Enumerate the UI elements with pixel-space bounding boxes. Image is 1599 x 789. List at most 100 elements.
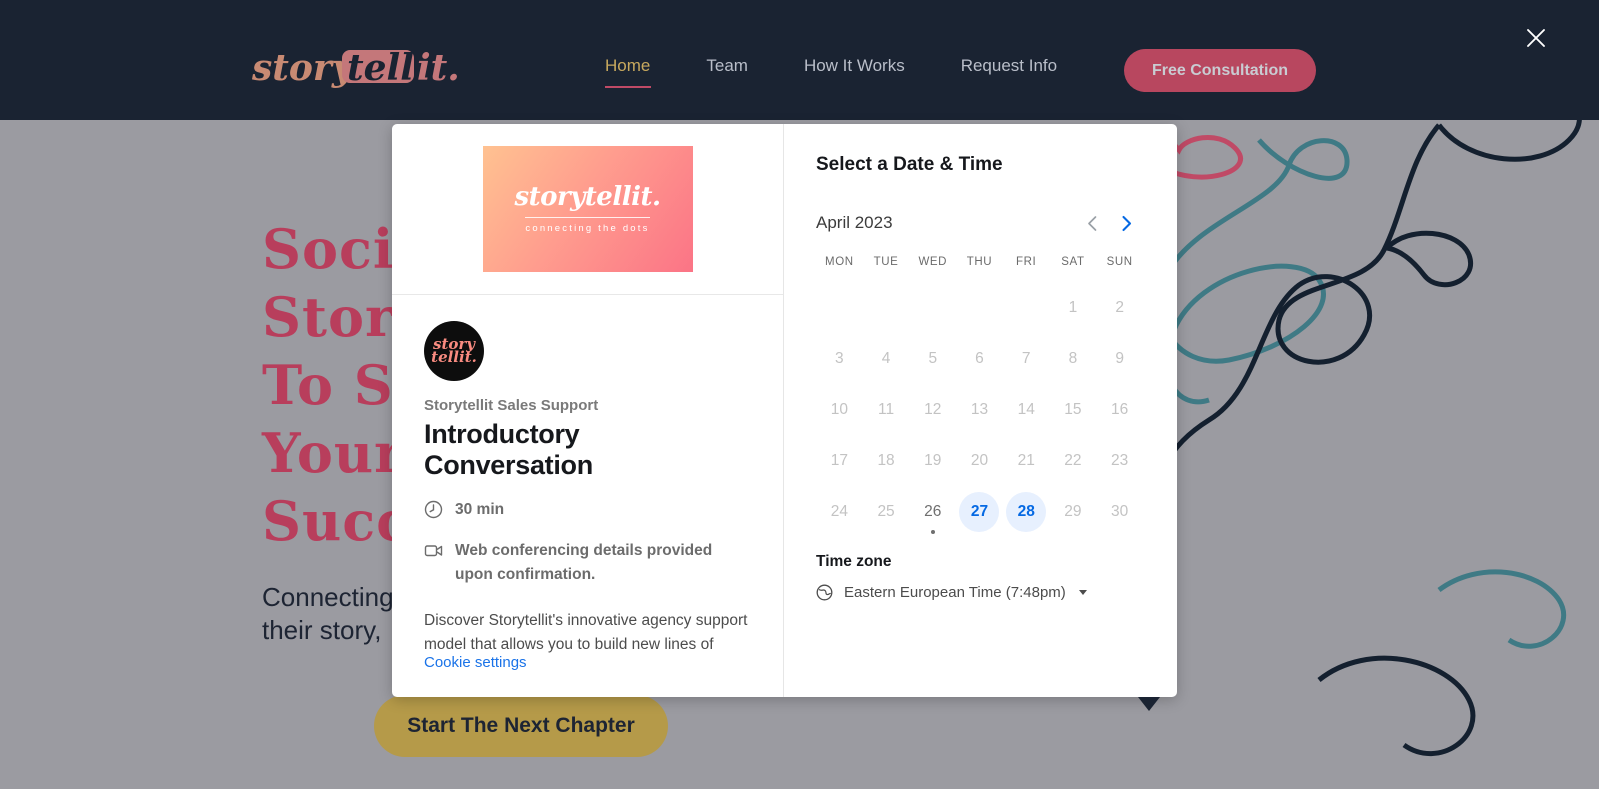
calendar-day-20: 20 bbox=[970, 451, 989, 469]
modal-pointer-caret bbox=[1138, 697, 1160, 711]
calendar-day-cell: 15 bbox=[1050, 384, 1097, 435]
timezone-heading: Time zone bbox=[816, 553, 892, 570]
calendar-day-12: 12 bbox=[924, 400, 942, 418]
svg-text:story: story bbox=[252, 47, 355, 89]
calendar-day-10: 10 bbox=[830, 400, 848, 418]
duration-row: 30 min bbox=[424, 498, 753, 522]
event-details-pane: storytellit. connecting the dots story t… bbox=[392, 124, 784, 697]
calendar-pane: Select a Date & Time April 2023 MON TUE WE… bbox=[784, 124, 1177, 697]
calendar-day-15: 15 bbox=[1064, 400, 1082, 418]
calendar-day-23: 23 bbox=[1111, 451, 1129, 469]
decorative-swirls bbox=[1147, 120, 1582, 757]
free-consultation-button[interactable]: Free Consultation bbox=[1124, 49, 1316, 92]
calendar-day-cell bbox=[816, 282, 863, 333]
weekday-header: TUE bbox=[873, 256, 899, 268]
calendar-day-cell: 30 bbox=[1096, 486, 1143, 537]
calendar-grid: MON TUE WED THU FRI SAT SUN 1 2 3 4 5 6 7 8 9 10 11 12 13 14… bbox=[816, 256, 1143, 537]
nav-item-request-info[interactable]: Request Info bbox=[933, 56, 1085, 76]
calendar-day-cell bbox=[1003, 282, 1050, 333]
storytellit-logo[interactable]: story tell it. bbox=[252, 40, 477, 98]
calendar-day-cell: 14 bbox=[1003, 384, 1050, 435]
calendar-day-cell: 7 bbox=[1003, 333, 1050, 384]
close-button[interactable] bbox=[1518, 20, 1554, 56]
calendar-day-cell: 22 bbox=[1050, 435, 1097, 486]
calendar-day-cell: 29 bbox=[1050, 486, 1097, 537]
calendar-day-27[interactable]: 27 bbox=[959, 491, 1000, 532]
banner-tagline: connecting the dots bbox=[525, 217, 650, 234]
calendar-day-cell: 18 bbox=[863, 435, 910, 486]
scheduling-modal: storytellit. connecting the dots story t… bbox=[392, 124, 1177, 697]
banner-logo-text: storytellit. bbox=[514, 182, 661, 212]
calendar-day-cell bbox=[863, 282, 910, 333]
calendar-day-1: 1 bbox=[1068, 298, 1078, 316]
calendar-day-cell: 23 bbox=[1096, 435, 1143, 486]
calendar-day-cell: 25 bbox=[863, 486, 910, 537]
calendar-heading: Select a Date & Time bbox=[816, 154, 1003, 175]
calendar-day-2: 2 bbox=[1115, 298, 1124, 316]
weekday-header: FRI bbox=[1016, 256, 1037, 268]
svg-text:tell: tell bbox=[347, 47, 414, 89]
calendar-day-cell: 24 bbox=[816, 486, 863, 537]
calendar-day-28[interactable]: 28 bbox=[1006, 491, 1047, 532]
calendar-day-cell: 10 bbox=[816, 384, 863, 435]
calendar-day-cell: 13 bbox=[956, 384, 1003, 435]
calendar-day-cell: 9 bbox=[1096, 333, 1143, 384]
cookie-settings-link[interactable]: Cookie settings bbox=[424, 654, 527, 671]
calendar-day-17: 17 bbox=[830, 451, 848, 469]
start-next-chapter-button[interactable]: Start The Next Chapter bbox=[374, 695, 668, 757]
brand-banner: storytellit. connecting the dots bbox=[482, 146, 693, 272]
calendar-day-cell[interactable]: 27 bbox=[956, 486, 1003, 537]
weekday-header: SAT bbox=[1061, 256, 1085, 268]
location-label: Web conferencing details provided upon c… bbox=[455, 542, 713, 583]
nav-item-team[interactable]: Team bbox=[678, 56, 776, 76]
event-description: Discover Storytellit's innovative agency… bbox=[424, 612, 748, 653]
calendar-day-18: 18 bbox=[877, 451, 895, 469]
event-title: Introductory Conversation bbox=[424, 419, 593, 480]
clock-icon bbox=[424, 500, 443, 519]
calendar-day-16: 16 bbox=[1111, 400, 1129, 418]
video-camera-icon bbox=[424, 545, 443, 557]
calendar-day-cell: 21 bbox=[1003, 435, 1050, 486]
calendar-day-cell: 12 bbox=[909, 384, 956, 435]
calendar-day-24: 24 bbox=[830, 502, 848, 520]
calendar-day-cell: 2 bbox=[1096, 282, 1143, 333]
main-navigation: Home Team How It Works Request Info bbox=[600, 56, 1085, 88]
close-icon bbox=[1527, 29, 1545, 47]
calendar-day-13: 13 bbox=[970, 400, 989, 418]
chevron-down-icon bbox=[1078, 590, 1087, 595]
calendar-day-cell bbox=[956, 282, 1003, 333]
calendar-day-22: 22 bbox=[1064, 451, 1082, 469]
nav-item-home[interactable]: Home bbox=[600, 56, 678, 88]
calendar-day-5: 5 bbox=[928, 349, 938, 367]
timezone-selector[interactable]: Eastern European Time (7:48pm) bbox=[816, 584, 1143, 601]
calendar-day-cell: 26 bbox=[909, 486, 956, 537]
calendar-day-cell: 3 bbox=[816, 333, 863, 384]
timezone-value: Eastern European Time (7:48pm) bbox=[844, 584, 1066, 601]
brand-banner-wrap: storytellit. connecting the dots bbox=[392, 124, 783, 294]
location-row: Web conferencing details provided upon c… bbox=[424, 539, 753, 587]
calendar-day-14: 14 bbox=[1017, 400, 1035, 418]
calendar-day-25: 25 bbox=[877, 502, 895, 520]
calendar-day-cell: 1 bbox=[1050, 282, 1097, 333]
calendar-day-cell: 4 bbox=[863, 333, 910, 384]
weekday-header: MON bbox=[825, 256, 854, 268]
nav-item-how-it-works[interactable]: How It Works bbox=[776, 56, 933, 76]
chevron-left-icon bbox=[1087, 215, 1096, 231]
event-info: story tellit. Storytellit Sales Support … bbox=[392, 295, 783, 657]
calendar-day-cell: 8 bbox=[1050, 333, 1097, 384]
site-header: story tell it. Home Team How It Works Re… bbox=[0, 0, 1599, 120]
calendar-day-cell[interactable]: 28 bbox=[1003, 486, 1050, 537]
calendar-day-30: 30 bbox=[1111, 502, 1129, 520]
weekday-header: THU bbox=[966, 256, 993, 268]
next-month-button[interactable] bbox=[1109, 208, 1143, 238]
previous-month-button[interactable] bbox=[1075, 208, 1109, 238]
calendar-day-cell: 11 bbox=[863, 384, 910, 435]
calendar-day-4: 4 bbox=[881, 349, 891, 367]
host-name: Storytellit Sales Support bbox=[424, 397, 599, 414]
calendar-day-6: 6 bbox=[975, 349, 984, 367]
globe-icon bbox=[816, 584, 833, 601]
calendar-day-cell: 16 bbox=[1096, 384, 1143, 435]
calendar-day-21: 21 bbox=[1017, 451, 1035, 469]
calendar-day-cell: 19 bbox=[909, 435, 956, 486]
weekday-header: SUN bbox=[1106, 256, 1133, 268]
